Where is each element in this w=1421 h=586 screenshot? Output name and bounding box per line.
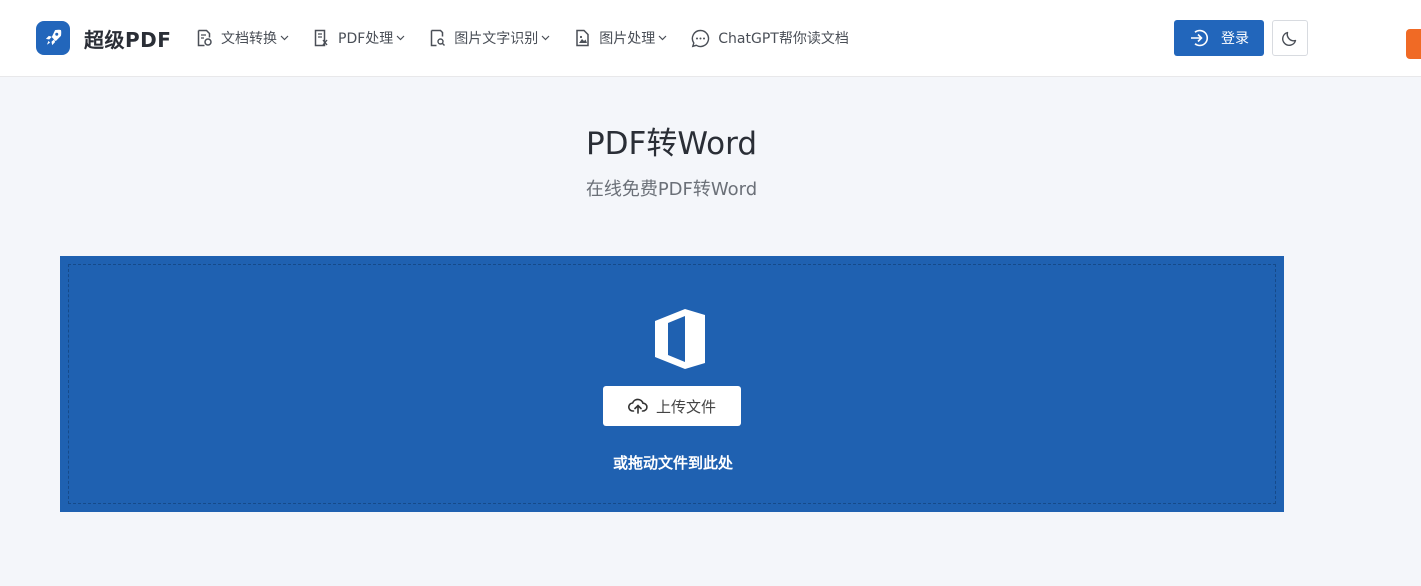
logo-text: 超级PDF: [84, 27, 172, 52]
chat-bubble-icon: [691, 29, 710, 48]
office-logo-icon: [655, 309, 705, 373]
pdf-tool-icon: [313, 29, 330, 47]
chevron-down-icon: [541, 35, 550, 41]
corner-badge-icon[interactable]: [1406, 29, 1421, 59]
upload-button-label: 上传文件: [655, 398, 716, 416]
cloud-upload-icon: [627, 398, 648, 414]
logo[interactable]: 超级PDF: [36, 21, 171, 55]
nav-label: ChatGPT帮你读文档: [718, 31, 849, 47]
chevron-down-icon: [658, 35, 667, 41]
upload-dashed-border: 上传文件 或拖动文件到此处: [68, 264, 1276, 504]
nav-item-pdf-tools[interactable]: PDF处理: [313, 27, 405, 49]
page-subtitle: 在线免费PDF转Word: [585, 179, 758, 200]
upload-dropzone[interactable]: 上传文件 或拖动文件到此处: [60, 256, 1284, 512]
document-convert-icon: [196, 29, 213, 47]
moon-icon: [1281, 29, 1299, 47]
login-label: 登录: [1221, 30, 1249, 46]
upload-file-button[interactable]: 上传文件: [603, 386, 741, 426]
nav-label: 文档转换: [221, 31, 277, 47]
top-header: 超级PDF 文档转换 PDF处理 图片文字识别 图片处理 ChatGPT帮你读文…: [0, 0, 1421, 77]
page-title: PDF转Word: [585, 126, 758, 162]
nav-item-doc-convert[interactable]: 文档转换: [196, 27, 289, 49]
theme-toggle-button[interactable]: [1272, 20, 1308, 56]
nav-item-ocr[interactable]: 图片文字识别: [429, 27, 550, 49]
chevron-down-icon: [280, 35, 289, 41]
image-file-icon: [574, 29, 591, 47]
rocket-icon: [36, 21, 70, 55]
login-icon: [1189, 28, 1209, 48]
chevron-down-icon: [396, 35, 405, 41]
main-nav: 文档转换 PDF处理 图片文字识别 图片处理 ChatGPT帮你读文档: [196, 27, 873, 49]
nav-label: PDF处理: [338, 31, 394, 47]
nav-item-chatgpt[interactable]: ChatGPT帮你读文档: [691, 27, 849, 49]
drag-hint-text: 或拖动文件到此处: [612, 454, 733, 472]
ocr-icon: [429, 29, 446, 47]
nav-label: 图片处理: [599, 31, 656, 47]
nav-label: 图片文字识别: [454, 31, 539, 47]
login-button[interactable]: 登录: [1174, 20, 1264, 56]
nav-item-image-tools[interactable]: 图片处理: [574, 27, 667, 49]
